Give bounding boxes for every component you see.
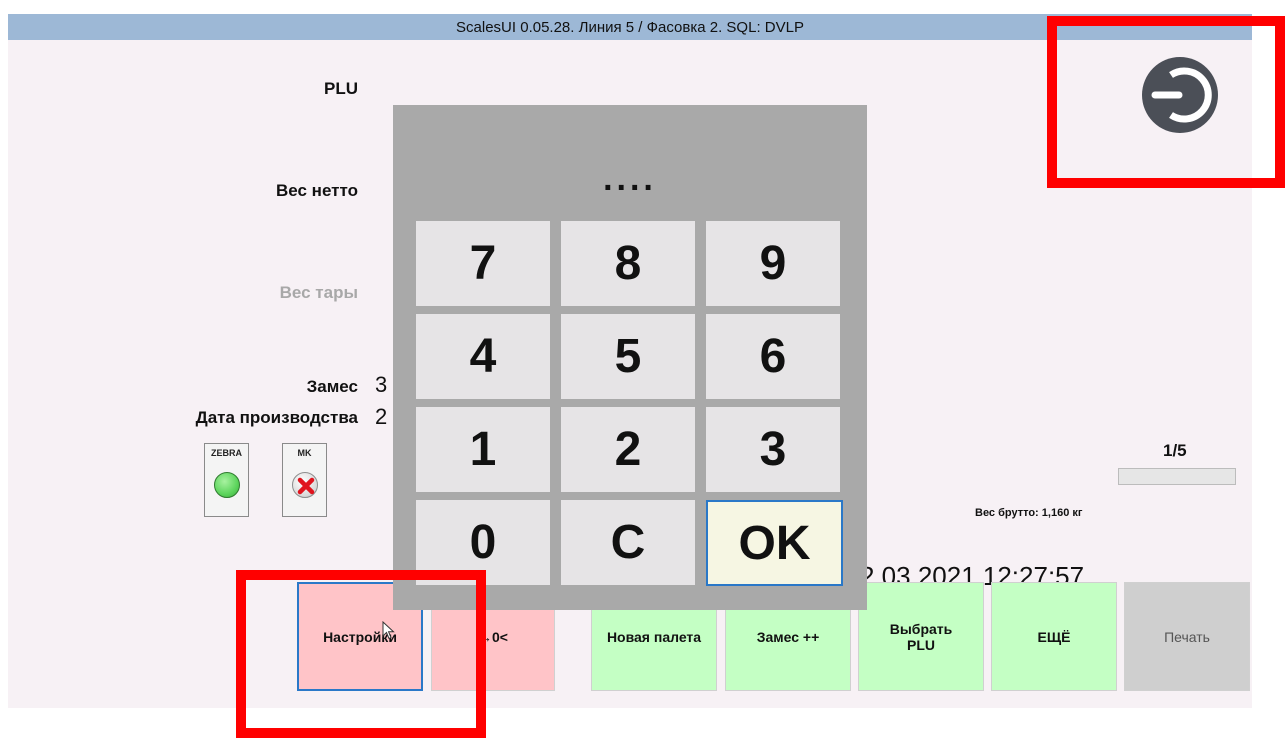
key-6[interactable]: 6 [706, 314, 840, 399]
status-ok-icon [214, 472, 240, 498]
key-5[interactable]: 5 [561, 314, 695, 399]
highlight-settings-area [236, 570, 486, 738]
mk-label: MK [297, 448, 312, 458]
key-8[interactable]: 8 [561, 221, 695, 306]
page-counter: 1/5 [1163, 441, 1187, 460]
zebra-label: ZEBRA [211, 448, 242, 458]
numeric-keypad: .... 7 8 9 4 5 6 1 2 3 0 C OK [393, 105, 867, 610]
net-weight-label: Вес нетто [276, 181, 358, 200]
production-date-value: 2 [375, 404, 388, 429]
status-error-icon [292, 472, 318, 498]
key-4[interactable]: 4 [416, 314, 550, 399]
batch-label: Замес [306, 377, 358, 396]
print-button[interactable]: Печать [1124, 582, 1250, 691]
progress-bar [1118, 468, 1236, 485]
gross-weight: Вес брутто: 1,160 кг [975, 507, 1083, 519]
keypad-display: .... [603, 160, 657, 198]
key-9[interactable]: 9 [706, 221, 840, 306]
more-button[interactable]: ЕЩЁ [991, 582, 1117, 691]
mk-indicator: MK [282, 443, 327, 517]
production-date-label: Дата производства [195, 408, 358, 427]
highlight-power-area [1047, 16, 1285, 188]
window-title: ScalesUI 0.05.28. Линия 5 / Фасовка 2. S… [456, 18, 804, 36]
key-clear[interactable]: C [561, 500, 695, 585]
key-1[interactable]: 1 [416, 407, 550, 492]
key-3[interactable]: 3 [706, 407, 840, 492]
choose-plu-button[interactable]: Выбрать PLU [858, 582, 984, 691]
key-2[interactable]: 2 [561, 407, 695, 492]
tare-weight-label: Вес тары [279, 283, 358, 302]
key-7[interactable]: 7 [416, 221, 550, 306]
batch-value: 3 [375, 372, 388, 397]
zebra-indicator: ZEBRA [204, 443, 249, 517]
error-cross-icon [297, 477, 315, 495]
key-ok[interactable]: OK [706, 500, 843, 586]
plu-label: PLU [324, 79, 358, 98]
